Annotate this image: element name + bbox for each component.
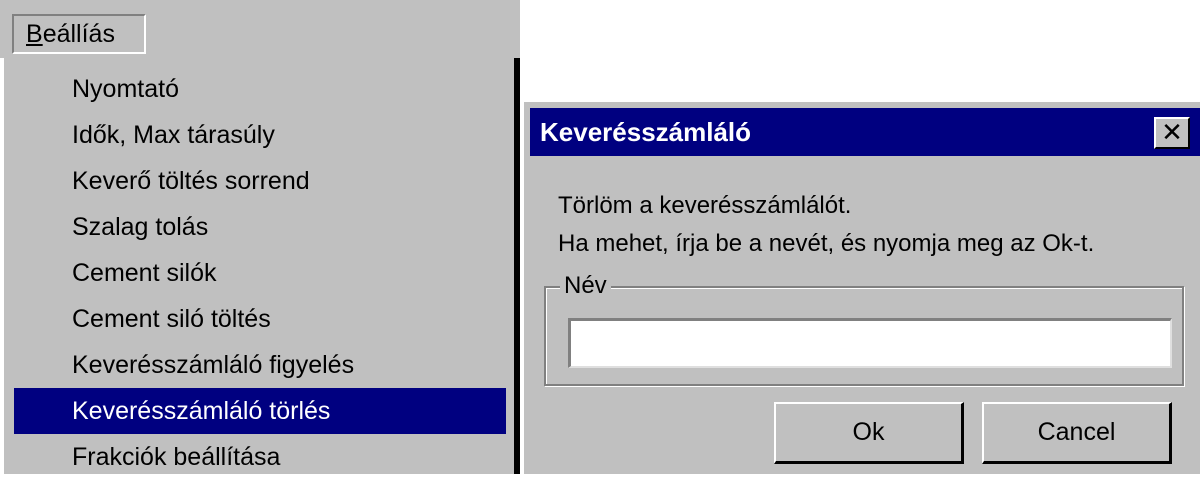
menu-item-keveresszamlalo-torles[interactable]: Keverésszámláló törlés — [14, 388, 506, 434]
menu-item-kevero-toltes-sorrend[interactable]: Keverő töltés sorrend — [14, 158, 506, 204]
menu-item-szalag-tolas[interactable]: Szalag tolás — [14, 204, 506, 250]
dialog-title: Keverésszámláló — [540, 117, 752, 147]
menu-beallitas[interactable]: Beállíás — [12, 14, 146, 54]
menu-beallitas-accelerator: B — [26, 20, 43, 48]
menu-item-keveresszamlalo-figyeles[interactable]: Keverésszámláló figyelés — [14, 342, 506, 388]
dialog-message-line1: Törlöm a keverésszámlálót. — [558, 192, 852, 219]
name-input[interactable] — [568, 318, 1172, 368]
name-groupbox: Név — [544, 271, 1184, 386]
ok-button[interactable]: Ok — [774, 402, 964, 464]
dialog-titlebar[interactable]: Keverésszámláló ✕ — [530, 108, 1200, 156]
menu-bar: Beállíás — [0, 0, 520, 58]
menu-item-cement-silok[interactable]: Cement silók — [14, 250, 506, 296]
name-group-label: Név — [560, 271, 611, 301]
menu-item-nyomtato[interactable]: Nyomtató — [14, 66, 506, 112]
cancel-button[interactable]: Cancel — [982, 402, 1172, 464]
dialog-message-line2: Ha mehet, írja be a nevét, és nyomja meg… — [558, 230, 1095, 257]
settings-dropdown-menu: Nyomtató Idők, Max tárasúly Keverő tölté… — [0, 58, 520, 474]
menu-item-idok-max-tarasuly[interactable]: Idők, Max tárasúly — [14, 112, 506, 158]
menu-beallitas-label: eállíás — [42, 20, 115, 48]
close-icon[interactable]: ✕ — [1154, 117, 1190, 149]
menu-item-cement-silo-toltes[interactable]: Cement siló töltés — [14, 296, 506, 342]
keveresszamlalo-dialog: Keverésszámláló ✕ Törlöm a keverésszámlá… — [522, 100, 1200, 474]
menu-item-frakciok-beallitasa[interactable]: Frakciók beállítása — [14, 434, 506, 480]
